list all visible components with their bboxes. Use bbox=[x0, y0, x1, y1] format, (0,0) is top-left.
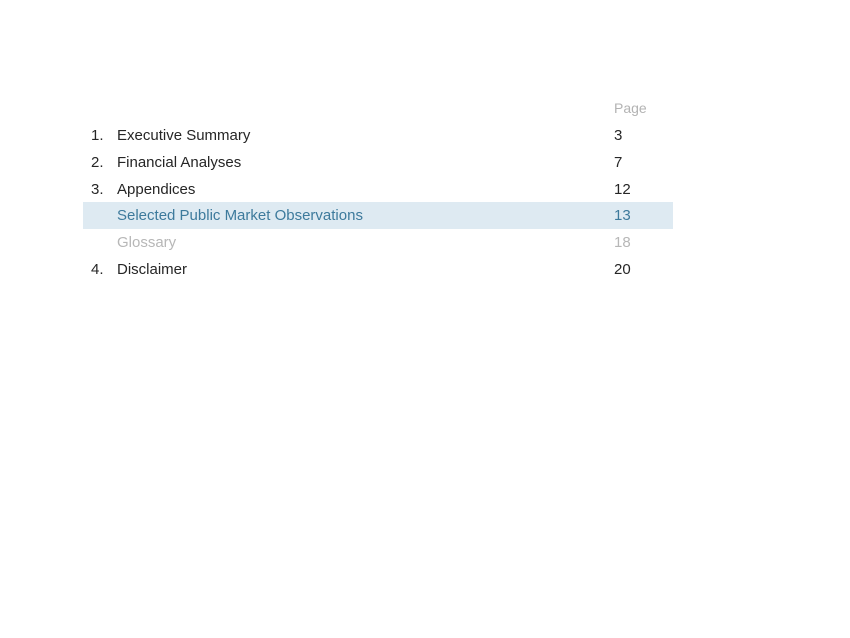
toc-entry-page: 13 bbox=[614, 207, 631, 224]
toc-entry-appendices[interactable]: 3. Appendices 12 bbox=[83, 176, 673, 203]
toc-entry-number: 2. bbox=[91, 154, 104, 171]
toc-entry-page: 18 bbox=[614, 234, 631, 251]
page-column-header: Page bbox=[614, 100, 647, 116]
toc-entry-title: Disclaimer bbox=[117, 261, 188, 278]
toc-entry-page: 20 bbox=[614, 261, 631, 278]
toc-entry-title: Executive Summary bbox=[117, 127, 251, 144]
toc-entry-page: 3 bbox=[614, 127, 623, 144]
toc-entry-selected-public-market-observations[interactable]: Selected Public Market Observations 13 bbox=[83, 202, 673, 229]
toc-entry-financial-analyses[interactable]: 2. Financial Analyses 7 bbox=[83, 149, 673, 176]
toc-entry-executive-summary[interactable]: 1. Executive Summary 3 bbox=[83, 122, 673, 149]
toc-entry-disclaimer[interactable]: 4. Disclaimer 20 bbox=[83, 256, 673, 283]
toc-entry-number: 3. bbox=[91, 181, 104, 198]
toc-entry-title: Glossary bbox=[117, 234, 177, 251]
toc-entry-glossary[interactable]: Glossary 18 bbox=[83, 229, 673, 256]
toc-entry-title: Appendices bbox=[117, 181, 196, 198]
toc-entry-number: 1. bbox=[91, 127, 104, 144]
toc-entry-title: Financial Analyses bbox=[117, 154, 242, 171]
toc-entry-number: 4. bbox=[91, 261, 104, 278]
toc-entry-title: Selected Public Market Observations bbox=[117, 207, 363, 224]
toc-entry-page: 7 bbox=[614, 154, 623, 171]
toc-entry-page: 12 bbox=[614, 181, 631, 198]
